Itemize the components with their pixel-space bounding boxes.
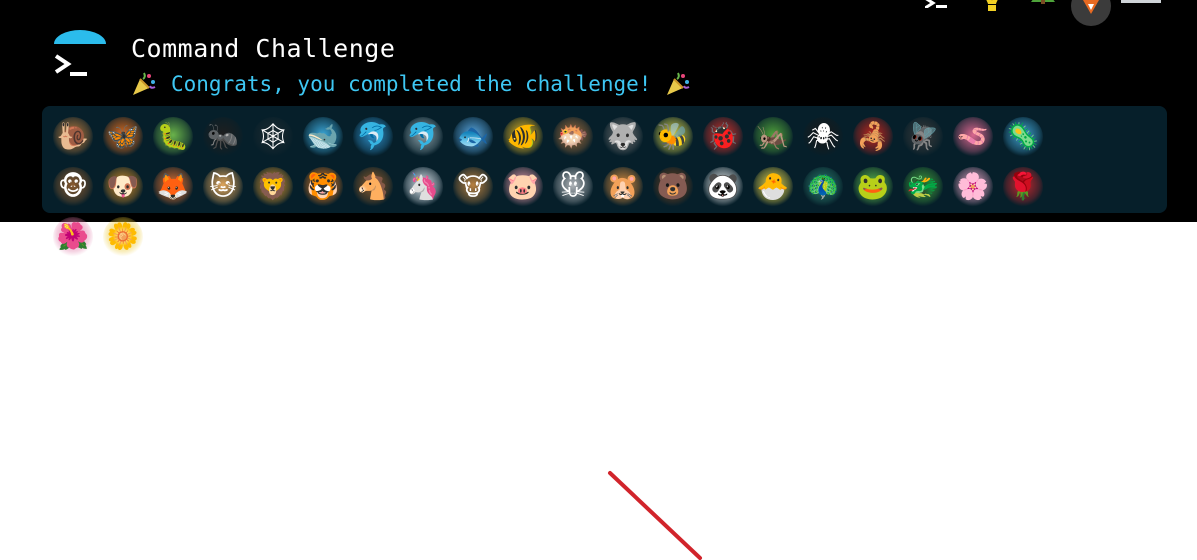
- wolf-icon: 🐺: [603, 117, 643, 157]
- bear-icon: 🐻: [653, 167, 693, 207]
- microbe-icon: 🦠: [1003, 117, 1043, 157]
- avatar[interactable]: [1071, 0, 1111, 26]
- spider-web-icon: 🕸: [253, 117, 293, 157]
- cat-icon: 🐱: [203, 167, 243, 207]
- animal-cell: 🌹: [998, 162, 1048, 212]
- terminal-icon[interactable]: [925, 0, 947, 8]
- horse-icon: 🐴: [353, 167, 393, 207]
- fox-avatar-icon: [1083, 0, 1099, 14]
- animal-cell: 🦄: [398, 162, 448, 212]
- dolphin-icon: 🐬: [353, 117, 393, 157]
- animal-cell: 🐠: [498, 112, 548, 162]
- animal-cell: 🌺: [48, 212, 98, 262]
- animal-cell: 🐹: [598, 162, 648, 212]
- animal-cell: 🌼: [98, 212, 148, 262]
- ant-icon: 🐜: [203, 117, 243, 157]
- scorpion-icon: 🦂: [853, 117, 893, 157]
- animal-cell: 🕸: [248, 112, 298, 162]
- animal-cell: 🐣: [748, 162, 798, 212]
- animal-cell: 🐺: [598, 112, 648, 162]
- hamster-icon: 🐹: [603, 167, 643, 207]
- animal-cell: 🦗: [748, 112, 798, 162]
- tree-icon[interactable]: [1029, 0, 1057, 14]
- party-popper-icon: [667, 72, 690, 95]
- tiger-icon: 🐯: [303, 167, 343, 207]
- lion-icon: 🦁: [253, 167, 293, 207]
- congrats-text: Congrats, you completed the challenge!: [171, 72, 652, 96]
- dragon-icon: 🐲: [903, 167, 943, 207]
- ladybug-icon: 🐞: [703, 117, 743, 157]
- animal-cell: 🪱: [948, 112, 998, 162]
- unicorn-icon: 🦄: [403, 167, 443, 207]
- animal-cell: 🕷: [798, 112, 848, 162]
- dolphin-gray-icon: 🐬: [403, 117, 443, 157]
- animal-cell: 🐬: [348, 112, 398, 162]
- peacock-icon: 🦚: [803, 167, 843, 207]
- congrats-message: Congrats, you completed the challenge!: [131, 70, 691, 98]
- page-title: Command Challenge: [131, 34, 396, 63]
- animal-cell: 🌸: [948, 162, 998, 212]
- animal-cell: 🦂: [848, 112, 898, 162]
- rose-icon: 🌹: [1003, 167, 1043, 207]
- monkey-icon: 🐵: [53, 167, 93, 207]
- fox-icon: 🦊: [153, 167, 193, 207]
- butterfly-icon: 🦋: [103, 117, 143, 157]
- fish-icon: 🐟: [453, 117, 493, 157]
- sunflower-icon: 🌼: [103, 217, 143, 257]
- worm-icon: 🪱: [953, 117, 993, 157]
- animal-cell: 🐶: [98, 162, 148, 212]
- animal-cell: 🐞: [698, 112, 748, 162]
- animal-cell: 🦚: [798, 162, 848, 212]
- animal-cell: 🦊: [148, 162, 198, 212]
- animal-cell: 🦁: [248, 162, 298, 212]
- lightbulb-icon[interactable]: [977, 0, 1007, 16]
- animal-cell: 🐡: [548, 112, 598, 162]
- keyboard-icon[interactable]: [1121, 0, 1161, 8]
- animal-collection-panel: 🐌 🦋 🐛 🐜 🕸 🐋 🐬 🐬 🐟 🐠 🐡 🐺 🐝 🐞 🦗 🕷 🦂 🪰 🪱 🦠 🐵 🐶 🦊 🐱 🦁 🐯 🐴 🦄 🐮 🐷 🐭 🐹 🐻 🐼 🐣 🦚 🐸 🐲 🌸 🌹…: [42, 106, 1167, 257]
- mouse-icon: 🐭: [553, 167, 593, 207]
- animal-cell: 🐬: [398, 112, 448, 162]
- cow-icon: 🐮: [453, 167, 493, 207]
- animal-cell: 🐱: [198, 162, 248, 212]
- spider-icon: 🕷: [803, 117, 843, 157]
- animal-cell: 🦠: [998, 112, 1048, 162]
- animal-cell: 🪰: [898, 112, 948, 162]
- animal-cell: 🐲: [898, 162, 948, 212]
- pig-icon: 🐷: [503, 167, 543, 207]
- cherry-blossom-icon: 🌸: [953, 167, 993, 207]
- animal-cell: 🐯: [298, 162, 348, 212]
- caterpillar-icon: 🐛: [153, 117, 193, 157]
- cricket-icon: 🦗: [753, 117, 793, 157]
- animal-cell: 🐟: [448, 112, 498, 162]
- frog-icon: 🐸: [853, 167, 893, 207]
- header: Command Challenge Congrats, you complete…: [0, 0, 1197, 257]
- hatching-chick-icon: 🐣: [753, 167, 793, 207]
- tropical-fish-icon: 🐠: [503, 117, 543, 157]
- hibiscus-icon: 🌺: [53, 217, 93, 257]
- fly-icon: 🪰: [903, 117, 943, 157]
- animal-cell: 🐌: [48, 112, 98, 162]
- animal-cell: 🐼: [698, 162, 748, 212]
- blowfish-icon: 🐡: [553, 117, 593, 157]
- animal-cell: 🐜: [198, 112, 248, 162]
- animal-cell: 🐭: [548, 162, 598, 212]
- party-popper-icon: [133, 72, 156, 95]
- animal-cell: 🐮: [448, 162, 498, 212]
- terminal-logo-icon: [54, 30, 106, 76]
- snail-icon: 🐌: [53, 117, 93, 157]
- animal-cell: 🐴: [348, 162, 398, 212]
- dog-icon: 🐶: [103, 167, 143, 207]
- animal-cell: 🐝: [648, 112, 698, 162]
- animal-cell: 🐸: [848, 162, 898, 212]
- animal-cell: 🐋: [298, 112, 348, 162]
- bee-icon: 🐝: [653, 117, 693, 157]
- animal-cell: 🐷: [498, 162, 548, 212]
- panda-icon: 🐼: [703, 167, 743, 207]
- animal-collection-grid: 🐌 🦋 🐛 🐜 🕸 🐋 🐬 🐬 🐟 🐠 🐡 🐺 🐝 🐞 🦗 🕷 🦂 🪰 🪱 🦠 🐵 🐶 🦊 🐱 🦁 🐯 🐴 🦄 🐮 🐷 🐭 🐹 🐻 🐼 🐣 🦚 🐸 🐲 🌸 🌹…: [48, 112, 1048, 262]
- animal-cell: 🦋: [98, 112, 148, 162]
- animal-cell: 🐵: [48, 162, 98, 212]
- animal-cell: 🐻: [648, 162, 698, 212]
- animal-cell: 🐛: [148, 112, 198, 162]
- whale-icon: 🐋: [303, 117, 343, 157]
